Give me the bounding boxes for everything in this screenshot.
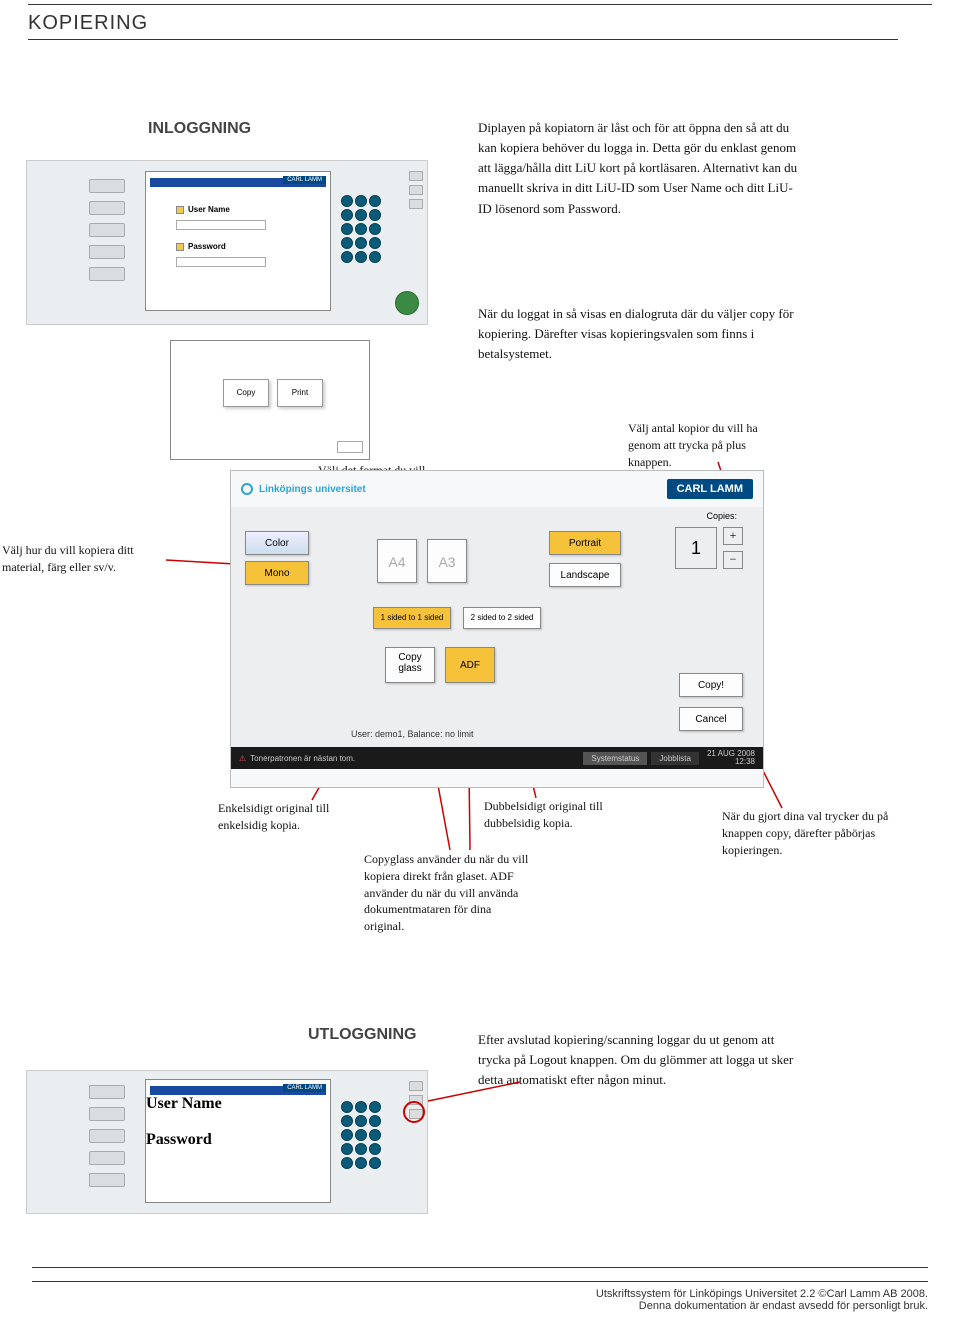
a3-button[interactable]: A3 — [427, 539, 467, 583]
paragraph-inloggning: Diplayen på kopiatorn är låst och för at… — [478, 118, 798, 219]
copy-glass-button[interactable]: Copy glass — [385, 647, 435, 683]
brand-badge: CARL LAMM — [283, 176, 326, 184]
jobblista-button[interactable]: Jobblista — [651, 752, 699, 765]
paragraph-dialogruta: När du loggat in så visas en dialogruta … — [478, 304, 798, 364]
carl-lamm-badge: CARL LAMM — [667, 479, 753, 499]
user-name-label-2: User Name — [146, 1095, 222, 1112]
section-inloggning-heading: INLOGGNING — [148, 120, 251, 138]
copies-label: Copies: — [706, 511, 737, 521]
copy-button[interactable]: Copy! — [679, 673, 743, 697]
top-rule — [28, 4, 932, 5]
copy-option-button[interactable]: Copy — [223, 379, 269, 407]
copier-main-screen: Linköpings universitet CARL LAMM Color M… — [230, 470, 764, 788]
toner-warning: Tonerpatronen är nästan tom. — [250, 754, 355, 763]
numeric-keypad[interactable] — [341, 195, 403, 265]
anno-single: Enkelsidigt original till enkelsidig kop… — [218, 800, 378, 834]
paragraph-utloggning: Efter avslutad kopiering/scanning loggar… — [478, 1030, 808, 1090]
one-sided-button[interactable]: 1 sided to 1 sided — [373, 607, 451, 629]
printer2-side-buttons — [89, 1085, 125, 1195]
password-label-2: Password — [146, 1131, 212, 1148]
adf-button[interactable]: ADF — [445, 647, 495, 683]
portrait-button[interactable]: Portrait — [549, 531, 621, 555]
footer-rule-top — [32, 1267, 928, 1268]
dialog-small-button[interactable] — [337, 441, 363, 453]
logout-screen: CARL LAMM User Name Password — [145, 1079, 331, 1203]
copies-minus-button[interactable]: − — [723, 551, 743, 569]
copier-footer: ⚠ Tonerpatronen är nästan tom. Systemsta… — [231, 747, 763, 769]
password-label: Password — [188, 242, 226, 251]
liu-logo-text: Linköpings universitet — [259, 484, 366, 495]
anno-kopior: Välj antal kopior du vill ha genom att t… — [628, 420, 792, 470]
print-option-button[interactable]: Print — [277, 379, 323, 407]
printer-side-buttons — [89, 179, 125, 289]
page-title: KOPIERING — [28, 12, 148, 34]
copy-print-dialog: Copy Print — [170, 340, 370, 460]
logout-button-highlight — [403, 1101, 425, 1123]
systemstatus-button[interactable]: Systemstatus — [583, 752, 647, 765]
page-title-box: KOPIERING — [28, 12, 898, 40]
anno-copyg: Copyglass använder du när du vill kopier… — [364, 851, 532, 935]
doc-footer: Utskriftssystem för Linköpings Universit… — [32, 1281, 928, 1312]
landscape-button[interactable]: Landscape — [549, 563, 621, 587]
color-button[interactable]: Color — [245, 531, 309, 555]
footer-line-2: Denna dokumentation är endast avsedd för… — [32, 1300, 928, 1312]
start-button[interactable] — [395, 291, 419, 315]
footer-datetime: 21 AUG 200812:38 — [707, 750, 755, 766]
login-screen: CARL LAMM User Name Password — [145, 171, 331, 311]
user-balance-line: User: demo1, Balance: no limit — [351, 729, 474, 739]
a4-button[interactable]: A4 — [377, 539, 417, 583]
liu-logo-icon — [241, 483, 253, 495]
password-field[interactable] — [176, 257, 266, 267]
warning-icon: ⚠ — [239, 754, 246, 763]
cancel-button[interactable]: Cancel — [679, 707, 743, 731]
footer-line-1: Utskriftssystem för Linköpings Universit… — [32, 1288, 928, 1300]
section-utloggning-heading: UTLOGGNING — [308, 1026, 416, 1044]
brand-badge-2: CARL LAMM — [283, 1084, 326, 1092]
anno-double: Dubbelsidigt original till dubbelsidig k… — [484, 798, 642, 832]
anno-copybtn: När du gjort dina val trycker du på knap… — [722, 808, 900, 858]
copies-value: 1 — [675, 527, 717, 569]
user-name-label: User Name — [188, 205, 230, 214]
printer-login-illustration: CARL LAMM User Name Password — [26, 160, 428, 325]
title-underline — [28, 39, 898, 40]
mono-button[interactable]: Mono — [245, 561, 309, 585]
two-sided-button[interactable]: 2 sided to 2 sided — [463, 607, 541, 629]
copier-header: Linköpings universitet CARL LAMM — [231, 471, 763, 507]
numeric-keypad-2[interactable] — [341, 1101, 403, 1171]
anno-color: Välj hur du vill kopiera ditt material, … — [2, 542, 170, 576]
printer-logout-illustration: CARL LAMM User Name Password — [26, 1070, 428, 1214]
printer-small-buttons — [409, 171, 423, 213]
user-name-field[interactable] — [176, 220, 266, 230]
copies-plus-button[interactable]: + — [723, 527, 743, 545]
